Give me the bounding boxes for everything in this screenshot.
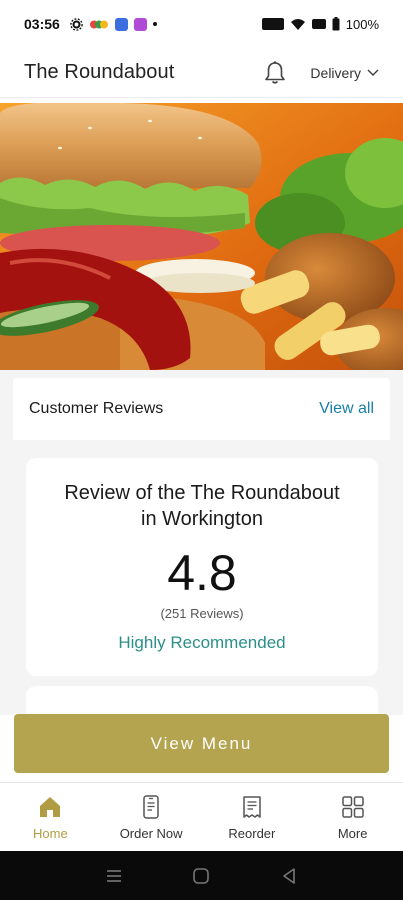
nav-label: More (337, 825, 368, 841)
settings-icon (70, 17, 83, 31)
nav-item-more[interactable]: More (302, 783, 403, 851)
receipt-icon (243, 795, 261, 818)
review-heading: Review of the The Roundabout in Workingt… (64, 482, 340, 530)
review-count: (251 Reviews) (160, 606, 244, 621)
messenger-icon (114, 17, 128, 31)
home-icon (40, 796, 61, 817)
messenger-app-icon (133, 17, 147, 31)
view-all-link[interactable]: View all (319, 400, 374, 418)
home-button-icon[interactable] (192, 867, 210, 885)
notification-icons (70, 17, 157, 31)
nav-label: Order Now (119, 825, 183, 841)
phone-order-icon (143, 794, 159, 819)
battery-percent: 100% (345, 16, 379, 32)
status-time: 03:56 (24, 16, 60, 32)
chevron-down-icon (367, 68, 379, 76)
system-status: 100% (261, 16, 379, 32)
back-icon[interactable] (280, 867, 298, 885)
grid-icon (341, 795, 364, 818)
delivery-mode-label: Delivery (310, 64, 361, 81)
restaurant-title: The Roundabout (24, 61, 175, 83)
speed-indicator-icon (261, 18, 284, 30)
bell-icon[interactable] (262, 60, 288, 86)
wifi-icon (290, 18, 305, 30)
customer-reviews-header: Customer Reviews View all (13, 378, 390, 440)
bottom-navigation: Home Order Now Reorder More (0, 782, 403, 851)
nav-item-home[interactable]: Home (0, 783, 101, 851)
more-notifications-dot (152, 22, 157, 26)
delivery-mode-dropdown[interactable]: Delivery (310, 65, 379, 81)
section-title: Customer Reviews (29, 400, 164, 417)
signal-icon (311, 19, 326, 29)
nav-label: Home (33, 825, 68, 841)
average-rating: 4.8 (167, 545, 237, 601)
system-navigation-bar (0, 851, 403, 900)
battery-icon (332, 17, 340, 31)
app-header: The Roundabout Delivery (0, 48, 403, 98)
recommendation-text: Highly Recommended (118, 633, 286, 652)
review-summary-card: Review of the The Roundabout in Workingt… (26, 458, 378, 676)
app-notification-icon (89, 20, 108, 28)
recent-apps-icon[interactable] (105, 868, 123, 884)
hero-food-image (0, 103, 403, 370)
status-bar: 03:56 100% (0, 0, 403, 48)
view-menu-button[interactable]: View Menu (14, 714, 389, 773)
nav-label: Reorder (228, 825, 276, 841)
nav-item-reorder[interactable]: Reorder (202, 783, 303, 851)
nav-item-order-now[interactable]: Order Now (101, 783, 202, 851)
